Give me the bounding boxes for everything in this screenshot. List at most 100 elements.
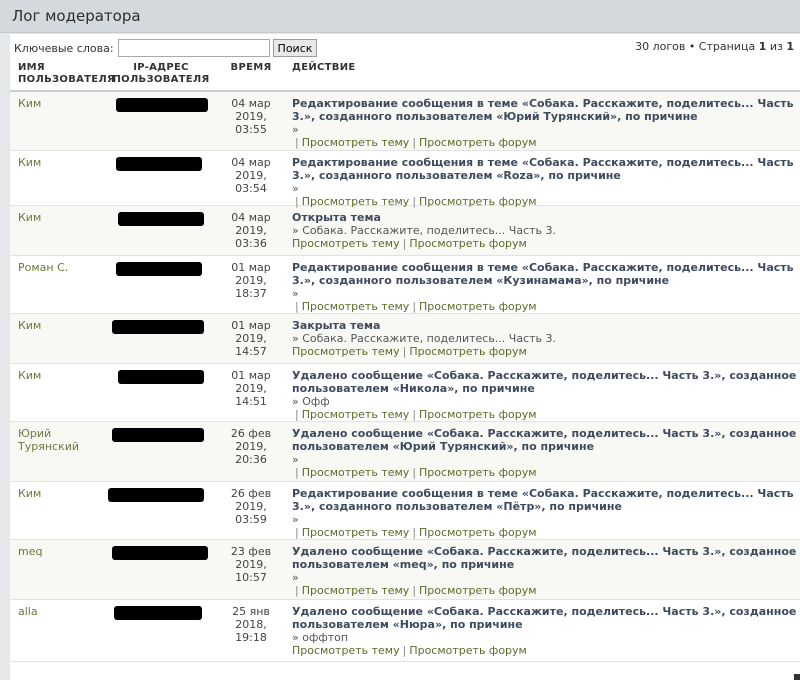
action-links: | Просмотреть тему | Просмотреть форум <box>292 466 800 479</box>
log-year: 2019, <box>235 558 267 571</box>
username-link[interactable]: Роман С. <box>18 261 68 274</box>
view-topic-link[interactable]: Просмотреть тему <box>302 136 410 149</box>
action-reason: » <box>292 571 299 584</box>
action-reason: » <box>292 453 299 466</box>
action-text: Редактирование сообщения в теме «Собака.… <box>292 156 794 182</box>
time-cell: 01 мар 2019, 14:51 <box>216 364 286 421</box>
column-header-user[interactable]: ИМЯ ПОЛЬЗОВАТЕЛЯ <box>10 58 115 90</box>
view-forum-link[interactable]: Просмотреть форум <box>419 526 537 539</box>
search-button[interactable]: Поиск <box>272 39 318 57</box>
link-separator: | <box>412 300 417 313</box>
view-forum-link[interactable]: Просмотреть форум <box>419 466 537 479</box>
username-link[interactable]: Юрий Турянский <box>18 427 79 453</box>
link-separator: | <box>295 136 299 149</box>
action-reason: » <box>292 182 299 195</box>
column-header-action[interactable]: ДЕЙСТВИЕ <box>286 58 800 90</box>
log-clock: 14:51 <box>235 395 267 408</box>
log-table-body: Ким 04 мар 2019, 03:55 Редактирование со… <box>10 92 800 662</box>
scrollbar[interactable] <box>794 674 800 680</box>
redacted-ip <box>114 606 202 620</box>
username-link[interactable]: Ким <box>18 211 41 224</box>
ip-cell <box>106 600 216 661</box>
action-cell: Удалено сообщение «Собака. Расскажите, п… <box>286 364 800 421</box>
time-cell: 23 фев 2019, 10:57 <box>216 540 286 599</box>
table-row: Ким 01 мар 2019, 14:51 Удалено сообщение… <box>10 364 800 422</box>
redacted-ip <box>108 488 204 502</box>
redacted-ip <box>112 428 204 442</box>
username-link[interactable]: Ким <box>18 319 41 332</box>
username-link[interactable]: Ким <box>18 97 41 110</box>
view-topic-link[interactable]: Просмотреть тему <box>302 584 410 597</box>
action-text: Редактирование сообщения в теме «Собака.… <box>292 97 794 123</box>
search-bar: Ключевые слова: Поиск 30 логов • Страниц… <box>10 34 800 58</box>
link-separator: | <box>402 237 407 250</box>
user-cell: Ким <box>10 314 106 363</box>
log-date: 04 мар <box>231 97 271 110</box>
action-links: | Просмотреть тему | Просмотреть форум <box>292 300 800 313</box>
column-header-ip[interactable]: IP-АДРЕС ПОЛЬЗОВАТЕЛЯ <box>106 58 216 90</box>
column-header-time[interactable]: ВРЕМЯ <box>216 58 286 90</box>
view-forum-link[interactable]: Просмотреть форум <box>419 584 537 597</box>
ip-cell <box>106 540 216 599</box>
link-separator: | <box>295 408 299 421</box>
link-separator: | <box>295 584 299 597</box>
action-links: | Просмотреть тему | Просмотреть форум <box>292 584 800 597</box>
action-reason: » <box>292 287 299 300</box>
ip-cell <box>106 314 216 363</box>
view-forum-link[interactable]: Просмотреть форум <box>419 408 537 421</box>
action-links: Просмотреть тему | Просмотреть форум <box>292 644 800 657</box>
action-cell: Открыта тема » Собака. Расскажите, подел… <box>286 206 800 255</box>
log-clock: 03:54 <box>235 182 267 195</box>
time-cell: 04 мар 2019, 03:55 <box>216 92 286 150</box>
username-link[interactable]: Ким <box>18 369 41 382</box>
username-link[interactable]: alla <box>18 605 38 618</box>
user-cell: Ким <box>10 206 106 255</box>
time-cell: 25 янв 2018, 19:18 <box>216 600 286 661</box>
view-topic-link[interactable]: Просмотреть тему <box>292 644 400 657</box>
username-link[interactable]: meq <box>18 545 42 558</box>
view-topic-link[interactable]: Просмотреть тему <box>292 237 400 250</box>
username-link[interactable]: Ким <box>18 156 41 169</box>
action-text: Удалено сообщение «Собака. Расскажите, п… <box>292 427 797 453</box>
table-row: Ким 04 мар 2019, 03:55 Редактирование со… <box>10 92 800 151</box>
redacted-ip <box>118 370 204 384</box>
redacted-ip <box>116 157 202 171</box>
link-separator: | <box>412 584 417 597</box>
view-topic-link[interactable]: Просмотреть тему <box>292 345 400 358</box>
view-forum-link[interactable]: Просмотреть форум <box>409 237 527 250</box>
log-year: 2019, <box>235 169 267 182</box>
redacted-ip <box>116 98 208 112</box>
view-topic-link[interactable]: Просмотреть тему <box>302 408 410 421</box>
ip-cell <box>106 482 216 539</box>
log-date: 01 мар <box>231 369 271 382</box>
view-forum-link[interactable]: Просмотреть форум <box>409 345 527 358</box>
log-date: 04 мар <box>231 156 271 169</box>
log-date: 01 мар <box>231 319 271 332</box>
action-reason: » <box>292 513 299 526</box>
view-topic-link[interactable]: Просмотреть тему <box>302 466 410 479</box>
action-reason: » Офф <box>292 395 330 408</box>
log-year: 2019, <box>235 332 267 345</box>
view-topic-link[interactable]: Просмотреть тему <box>302 300 410 313</box>
action-cell: Закрыта тема » Собака. Расскажите, подел… <box>286 314 800 363</box>
link-separator: | <box>402 644 407 657</box>
link-separator: | <box>402 345 407 358</box>
link-separator: | <box>412 466 417 479</box>
title-bar: Лог модератора <box>0 0 800 33</box>
ip-cell <box>106 92 216 150</box>
ip-cell <box>106 151 216 205</box>
action-reason: » оффтоп <box>292 631 349 644</box>
action-text: Удалено сообщение «Собака. Расскажите, п… <box>292 605 797 631</box>
action-links: Просмотреть тему | Просмотреть форум <box>292 345 800 358</box>
view-topic-link[interactable]: Просмотреть тему <box>302 526 410 539</box>
action-cell: Редактирование сообщения в теме «Собака.… <box>286 92 800 150</box>
page-title: Лог модератора <box>12 7 141 25</box>
keywords-input[interactable] <box>117 39 270 57</box>
user-cell: alla <box>10 600 106 661</box>
view-forum-link[interactable]: Просмотреть форум <box>409 644 527 657</box>
view-forum-link[interactable]: Просмотреть форум <box>419 136 537 149</box>
view-forum-link[interactable]: Просмотреть форум <box>419 300 537 313</box>
user-cell: Юрий Турянский <box>10 422 106 481</box>
log-clock: 03:36 <box>235 237 267 250</box>
username-link[interactable]: Ким <box>18 487 41 500</box>
